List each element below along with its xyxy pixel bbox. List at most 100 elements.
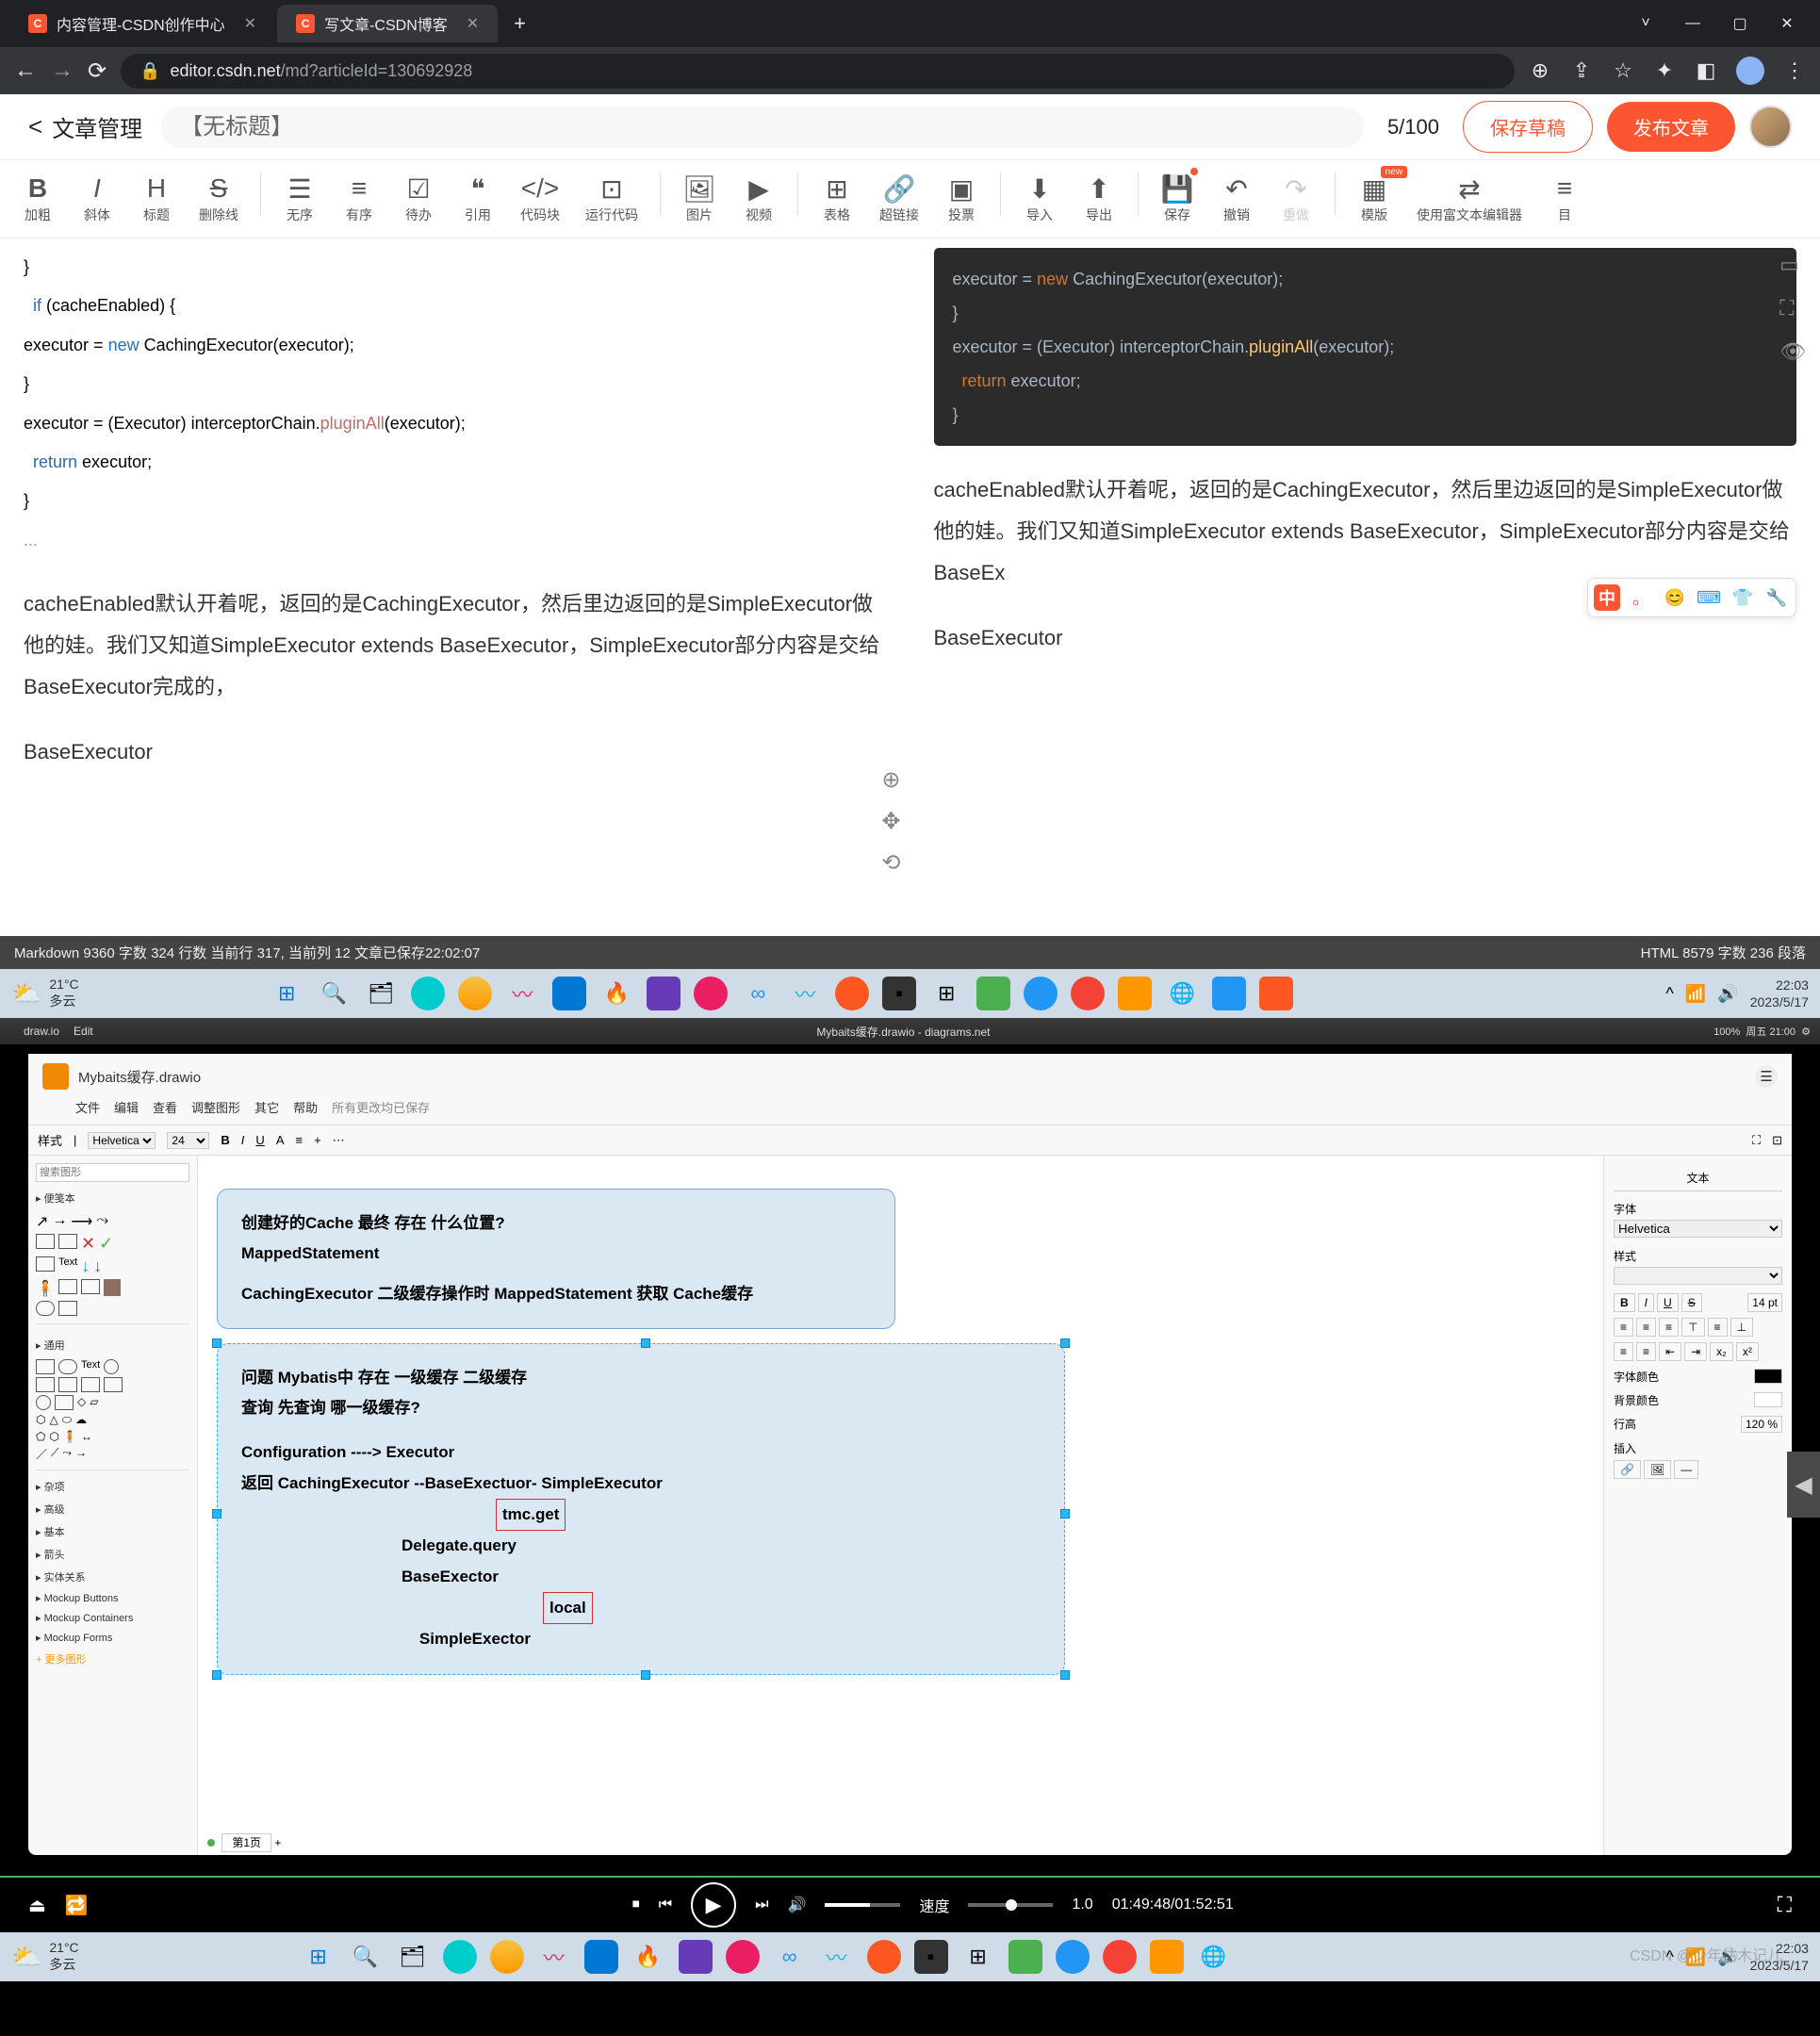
shape-palette[interactable]: ／⟋⤳→	[36, 1446, 189, 1462]
speed-slider[interactable]	[968, 1903, 1053, 1907]
menu-edit[interactable]: 编辑	[114, 1098, 139, 1116]
expand-icon[interactable]: ⛶	[1752, 1133, 1761, 1148]
browser-tab-0[interactable]: C 内容管理-CSDN创作中心 ✕	[9, 5, 275, 42]
style-select[interactable]	[1614, 1267, 1782, 1285]
bold-icon[interactable]: B	[221, 1133, 229, 1147]
ol-icon[interactable]: ≡	[1614, 1342, 1633, 1361]
save-draft-button[interactable]: 保存草稿	[1463, 101, 1593, 153]
section-label[interactable]: ▸ Mockup Containers	[36, 1608, 189, 1628]
sup-icon[interactable]: x²	[1736, 1342, 1759, 1361]
table-button[interactable]: ⊞表格	[809, 168, 865, 230]
vote-button[interactable]: ▣投票	[933, 168, 990, 230]
bookmark-icon[interactable]: ☆	[1612, 59, 1634, 82]
app-icon[interactable]: ▪	[882, 977, 916, 1010]
app-icon[interactable]: ▪	[914, 1940, 948, 1974]
shape-palette[interactable]: Text	[36, 1359, 189, 1374]
next-icon[interactable]: ⏭	[755, 1896, 768, 1913]
search-icon[interactable]: 🔍	[349, 1940, 383, 1974]
app-icon[interactable]: 〰	[820, 1940, 854, 1974]
shape-palette[interactable]: ✕✓	[36, 1234, 189, 1254]
align-center-icon[interactable]: ≡	[1636, 1318, 1656, 1337]
template-button[interactable]: new▦模版	[1346, 168, 1402, 230]
page-title[interactable]: 文章管理	[52, 110, 142, 143]
volume-slider[interactable]	[825, 1903, 900, 1907]
align-bot-icon[interactable]: ⊥	[1730, 1318, 1753, 1337]
selection-handle[interactable]	[212, 1509, 221, 1519]
link-icon[interactable]: 🔗	[1614, 1460, 1641, 1479]
ime-toolbar[interactable]: 中 。 😊 ⌨ 👕 🔧	[1587, 578, 1796, 617]
selection-handle[interactable]	[1060, 1509, 1070, 1519]
profile-avatar[interactable]	[1736, 57, 1764, 85]
app-icon[interactable]: 〰	[505, 977, 539, 1010]
eject-icon[interactable]: ⏏	[28, 1894, 46, 1917]
menu-arrange[interactable]: 调整图形	[191, 1098, 240, 1116]
wifi-icon[interactable]: 📶	[1685, 984, 1706, 1004]
app-icon[interactable]	[1212, 977, 1246, 1010]
section-label[interactable]: ▸ 箭头	[36, 1543, 189, 1566]
maximize-icon[interactable]: ▢	[1716, 5, 1763, 42]
font-select[interactable]: Helvetica	[88, 1132, 156, 1149]
volume-icon[interactable]: 🔊	[1717, 984, 1738, 1004]
shape-palette[interactable]: ⬡△⬭☁	[36, 1413, 189, 1427]
weather-widget[interactable]: ⛅ 21°C多云	[11, 977, 79, 1010]
selection-handle[interactable]	[1060, 1670, 1070, 1680]
more-shapes[interactable]: + 更多图形	[36, 1648, 189, 1670]
app-icon[interactable]: 〰	[537, 1940, 571, 1974]
split-icon[interactable]: ▭	[1779, 253, 1806, 277]
burger-icon[interactable]: ☰	[1755, 1065, 1778, 1088]
selection-handle[interactable]	[1060, 1338, 1070, 1348]
font-select[interactable]: Helvetica	[1614, 1220, 1782, 1238]
diagram-node-selected[interactable]: 问题 Mybatis中 存在 一级缓存 二级缓存 查询 先查询 哪一级缓存? C…	[217, 1343, 1065, 1675]
font-color-swatch[interactable]	[1754, 1369, 1782, 1384]
shape-palette[interactable]: ↗→⟶⤳	[36, 1212, 189, 1231]
ime-keyboard-icon[interactable]: ⌨	[1696, 584, 1722, 611]
close-icon[interactable]: ✕	[467, 14, 479, 33]
app-icon[interactable]	[1071, 977, 1105, 1010]
app-icon[interactable]: ⊞	[961, 1940, 995, 1974]
export-button[interactable]: ⬆导出	[1071, 168, 1127, 230]
align-right-icon[interactable]: ≡	[1659, 1318, 1679, 1337]
selection-handle[interactable]	[641, 1338, 650, 1348]
chrome-icon[interactable]: 🌐	[1197, 1940, 1231, 1974]
back-button[interactable]: ←	[14, 57, 37, 84]
section-label[interactable]: ▸ 通用	[36, 1334, 189, 1356]
app-icon[interactable]	[1118, 977, 1152, 1010]
image-icon[interactable]: 🖼	[1644, 1460, 1671, 1479]
share-icon[interactable]: ⇪	[1570, 59, 1593, 82]
weather-widget[interactable]: ⛅ 21°C多云	[11, 1940, 79, 1974]
extensions-icon[interactable]: ✦	[1653, 59, 1676, 82]
article-title-input[interactable]	[161, 107, 1364, 148]
drawio-canvas[interactable]: 创建好的Cache 最终 存在 什么位置? MappedStatement Ca…	[198, 1156, 1603, 1855]
align-icon[interactable]: ≡	[295, 1133, 303, 1147]
fontsize-input[interactable]: 14 pt	[1747, 1293, 1782, 1312]
app-icon[interactable]	[1008, 1940, 1042, 1974]
preview-icon[interactable]: 👁	[1779, 339, 1806, 364]
section-label[interactable]: ▸ 杂项	[36, 1475, 189, 1498]
indent-icon[interactable]: ⇥	[1684, 1342, 1707, 1361]
user-avatar[interactable]	[1749, 106, 1792, 148]
undo-button[interactable]: ↶撤销	[1208, 168, 1265, 230]
tray-icon[interactable]: ^	[1665, 984, 1673, 1004]
close-icon[interactable]: ✕	[244, 14, 256, 33]
explorer-icon[interactable]: 🗂	[396, 1940, 430, 1974]
ime-lang-icon[interactable]: 中	[1594, 584, 1620, 611]
catalog-button[interactable]: ≡目	[1536, 168, 1593, 230]
section-label[interactable]: ▸ 便笺本	[36, 1187, 189, 1209]
app-icon[interactable]	[552, 977, 586, 1010]
app-icon[interactable]	[726, 1940, 760, 1974]
shape-palette[interactable]: ⬠⬡🧍↔	[36, 1430, 189, 1443]
chrome-icon[interactable]: 🌐	[1165, 977, 1199, 1010]
add-page-icon[interactable]: +	[274, 1836, 281, 1849]
back-arrow-icon[interactable]: <	[28, 112, 42, 141]
app-icon[interactable]	[458, 977, 492, 1010]
menu-file[interactable]: 文件	[75, 1098, 100, 1116]
ime-tool-icon[interactable]: 🔧	[1763, 584, 1790, 611]
strike-button[interactable]: S删除线	[188, 168, 250, 230]
start-icon[interactable]: ⊞	[270, 977, 303, 1010]
translate-icon[interactable]: ⊕	[1529, 59, 1551, 82]
richtext-button[interactable]: ⇄使用富文本编辑器	[1405, 168, 1533, 230]
app-icon[interactable]: 🔥	[599, 977, 633, 1010]
move-icon[interactable]: ✥	[881, 808, 900, 835]
import-button[interactable]: ⬇导入	[1011, 168, 1068, 230]
strike-icon[interactable]: S	[1681, 1293, 1702, 1312]
